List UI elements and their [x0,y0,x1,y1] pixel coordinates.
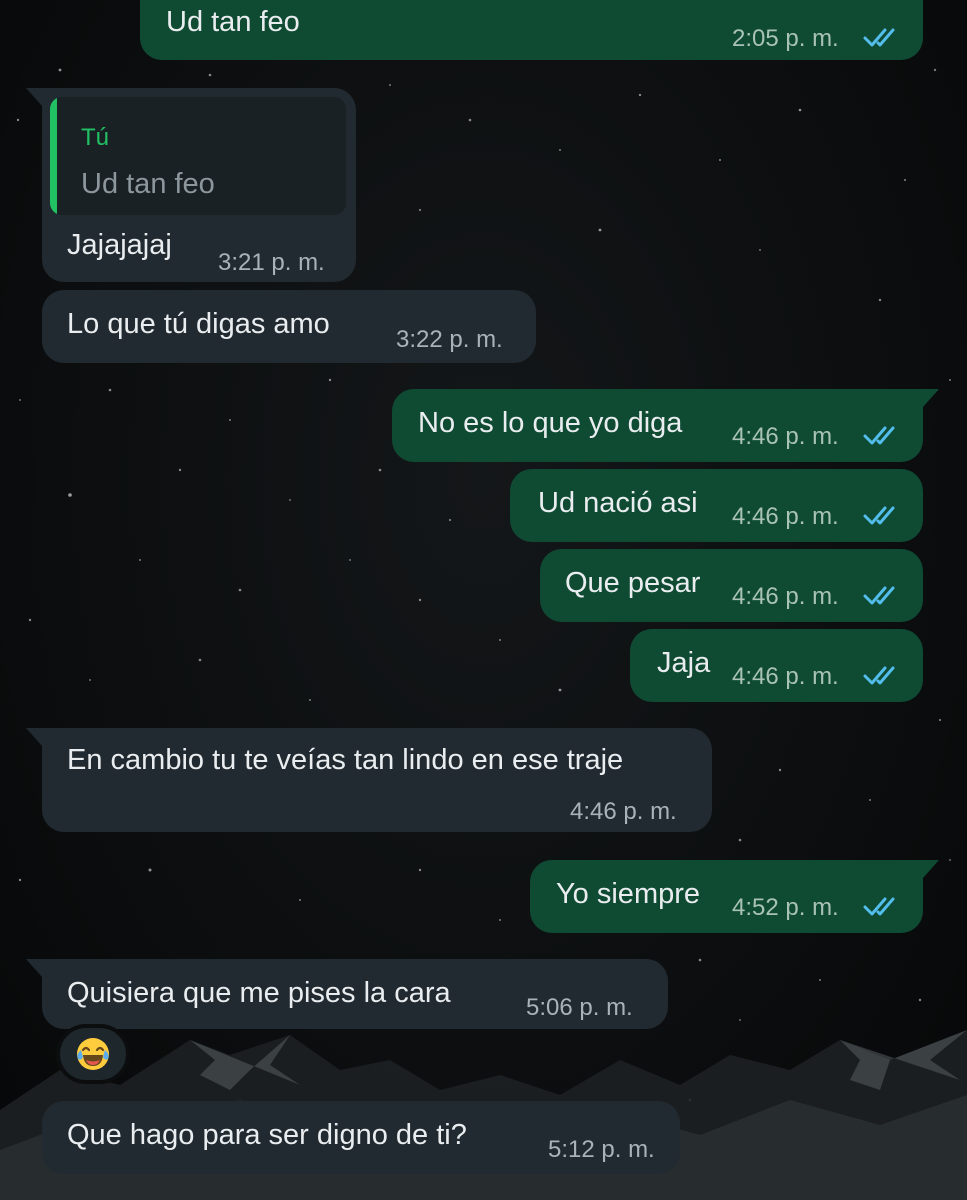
message-bubble-outgoing[interactable]: Yo siempre 4:52 p. m. [530,860,939,933]
message-timestamp: 4:46 p. m. [570,798,677,825]
message-timestamp: 4:46 p. m. [732,423,839,450]
message-bubble-incoming[interactable]: En cambio tu te veías tan lindo en ese t… [26,728,712,832]
message-text: Ud tan feo [166,6,300,38]
message-bubble-incoming[interactable]: Tú Ud tan feo Jajajajaj 3:21 p. m. [26,88,356,282]
quoted-message[interactable]: Tú Ud tan feo [50,97,346,215]
message-bubble-incoming[interactable]: Que hago para ser digno de ti? 5:12 p. m… [42,1101,680,1174]
message-text: Jajajajaj [67,229,172,261]
read-double-check-icon [863,666,895,685]
message-bubble-outgoing[interactable]: Jaja 4:46 p. m. [630,629,923,702]
message-text: Que hago para ser digno de ti? [67,1119,467,1151]
message-bubble-outgoing[interactable]: Ud nació asi 4:46 p. m. [510,469,923,542]
message-timestamp: 4:46 p. m. [732,503,839,530]
message-text: Yo siempre [556,878,701,910]
message-bubble-incoming[interactable]: Quisiera que me pises la cara 5:06 p. m. [26,959,668,1029]
quote-author: Tú [81,124,110,151]
message-reaction[interactable] [56,1024,130,1084]
message-text: No es lo que yo diga [418,407,683,439]
message-text: Jaja [657,647,711,679]
message-text: Quisiera que me pises la cara [67,977,451,1009]
read-double-check-icon [863,506,895,525]
quote-accent-bar [50,97,57,215]
read-double-check-icon [863,897,895,916]
read-double-check-icon [863,426,895,445]
message-timestamp: 3:21 p. m. [218,249,325,276]
message-bubble-incoming[interactable]: Lo que tú digas amo 3:22 p. m. [42,290,536,363]
message-text: Lo que tú digas amo [67,308,330,340]
message-text: Ud nació asi [538,487,698,519]
message-timestamp: 3:22 p. m. [396,326,503,353]
quote-text: Ud tan feo [81,168,215,200]
message-text: Que pesar [565,567,701,599]
tears-of-joy-emoji-icon [77,1038,109,1070]
message-bubble-outgoing[interactable]: Ud tan feo 2:05 p. m. [140,0,923,60]
message-bubble-outgoing[interactable]: Que pesar 4:46 p. m. [540,549,923,622]
message-list[interactable]: Ud tan feo 2:05 p. m. Tú Ud tan feo Jaja… [0,0,967,1200]
read-double-check-icon [863,586,895,605]
message-text: En cambio tu te veías tan lindo en ese t… [67,744,624,776]
message-timestamp: 5:12 p. m. [548,1136,655,1163]
message-timestamp: 4:52 p. m. [732,894,839,921]
read-double-check-icon [863,28,895,47]
message-timestamp: 5:06 p. m. [526,994,633,1021]
message-bubble-outgoing[interactable]: No es lo que yo diga 4:46 p. m. [392,389,939,462]
message-timestamp: 4:46 p. m. [732,663,839,690]
message-timestamp: 4:46 p. m. [732,583,839,610]
message-timestamp: 2:05 p. m. [732,25,839,52]
